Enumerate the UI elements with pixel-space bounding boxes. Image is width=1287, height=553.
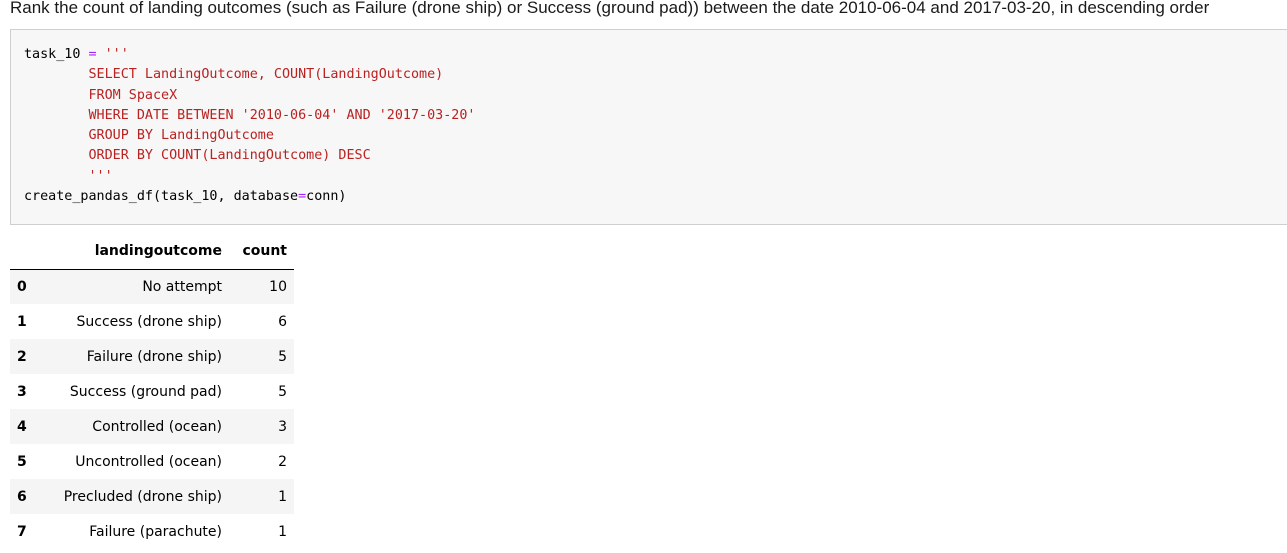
code-cell-input[interactable]: task_10 = ''' SELECT LandingOutcome, COU…: [10, 29, 1287, 225]
sql-line: SELECT LandingOutcome, COUNT(LandingOutc…: [24, 67, 444, 83]
cell-landingoutcome: Controlled (ocean): [92, 418, 222, 435]
table-row: 7 Failure (parachute) 1: [10, 514, 294, 549]
column-header-count: count: [229, 234, 294, 270]
table-row: 5 Uncontrolled (ocean) 2: [10, 444, 294, 479]
row-index: 1: [17, 313, 27, 330]
code-assign-op: =: [88, 47, 97, 62]
cell-count: 2: [278, 453, 287, 470]
cell-landingoutcome: Success (ground pad): [69, 383, 222, 400]
dataframe-table: landingoutcome count 0 No attempt 10 1 S…: [10, 234, 294, 549]
row-index: 7: [17, 523, 27, 540]
cell-count: 1: [278, 523, 287, 540]
cell-count: 5: [278, 348, 287, 365]
code-editor[interactable]: task_10 = ''' SELECT LandingOutcome, COU…: [24, 45, 475, 207]
code-func-call: create_pandas_df(task_10, database: [24, 189, 299, 205]
cell-count: 1: [278, 488, 287, 505]
row-index: 3: [17, 383, 27, 400]
sql-line: GROUP BY LandingOutcome: [24, 128, 274, 144]
code-var: task_10: [24, 47, 81, 62]
cell-landingoutcome: Failure (drone ship): [86, 348, 222, 365]
table-row: 0 No attempt 10: [10, 269, 294, 304]
table-row: 4 Controlled (ocean) 3: [10, 409, 294, 444]
sql-line: WHERE DATE BETWEEN '2010-06-04' AND '201…: [24, 107, 476, 123]
row-index: 0: [17, 278, 27, 295]
cell-landingoutcome: Uncontrolled (ocean): [75, 453, 222, 470]
index-header: [10, 234, 40, 270]
table-header-row: landingoutcome count: [10, 234, 294, 270]
code-func-end: conn): [306, 189, 347, 205]
row-index: 5: [17, 453, 27, 470]
cell-output: landingoutcome count 0 No attempt 10 1 S…: [10, 234, 294, 549]
cell-landingoutcome: Success (drone ship): [76, 313, 222, 330]
column-header-landingoutcome: landingoutcome: [40, 234, 229, 270]
cell-count: 3: [278, 418, 287, 435]
row-index: 6: [17, 488, 27, 505]
code-string-open: ''': [104, 47, 129, 62]
cell-count: 6: [278, 313, 287, 330]
table-row: 1 Success (drone ship) 6: [10, 304, 294, 339]
markdown-heading: Rank the count of landing outcomes (such…: [10, 0, 1210, 17]
table-row: 3 Success (ground pad) 5: [10, 374, 294, 409]
table-row: 2 Failure (drone ship) 5: [10, 339, 294, 374]
cell-landingoutcome: No attempt: [142, 278, 222, 295]
code-kwarg-op: =: [298, 189, 307, 205]
cell-count: 10: [269, 278, 287, 295]
cell-count: 5: [278, 383, 287, 400]
cell-landingoutcome: Precluded (drone ship): [63, 488, 222, 505]
sql-line: ORDER BY COUNT(LandingOutcome) DESC: [24, 148, 371, 164]
sql-line: ''': [24, 168, 113, 184]
cell-landingoutcome: Failure (parachute): [89, 523, 222, 540]
sql-line: FROM SpaceX: [24, 87, 178, 103]
row-index: 2: [17, 348, 27, 365]
table-row: 6 Precluded (drone ship) 1: [10, 479, 294, 514]
row-index: 4: [17, 418, 27, 435]
